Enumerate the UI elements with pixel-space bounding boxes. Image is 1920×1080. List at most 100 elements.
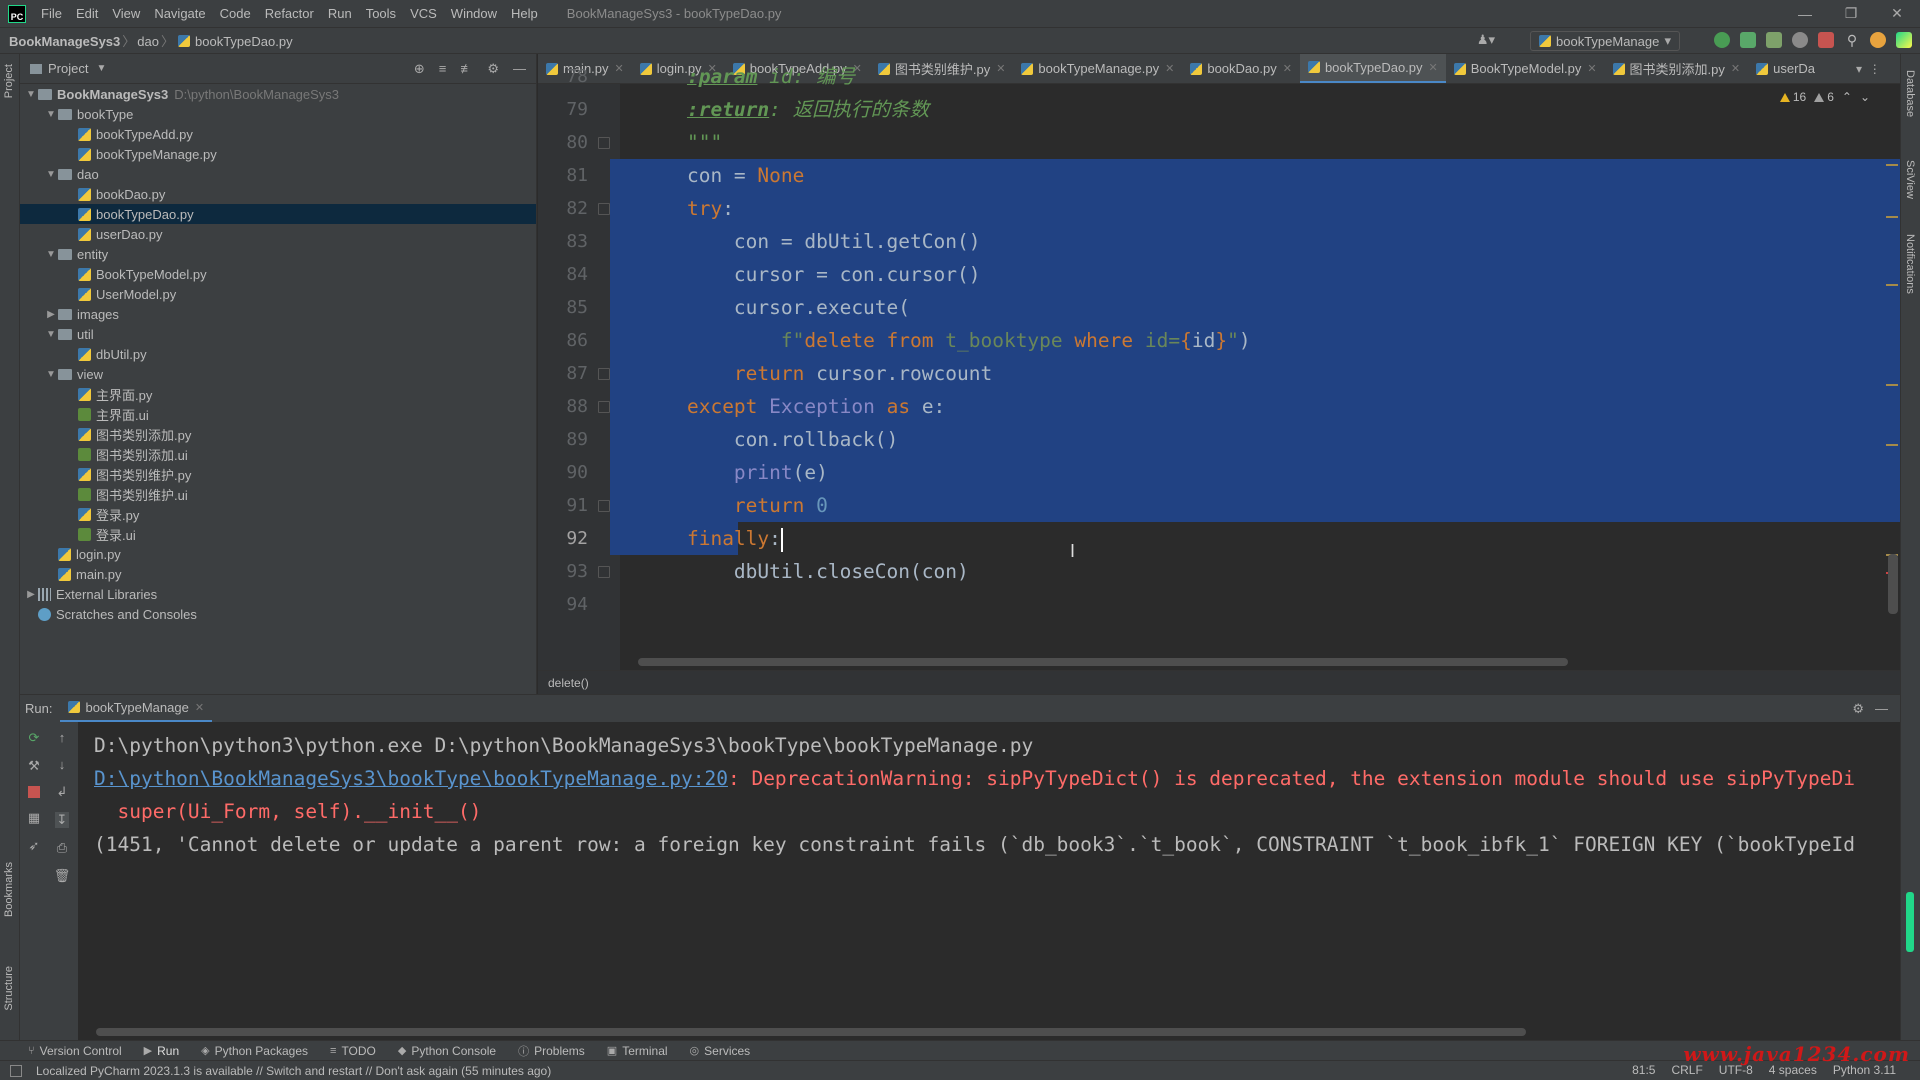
code-line[interactable]: [620, 588, 1900, 621]
breadcrumb-project[interactable]: BookManageSys3: [9, 34, 120, 49]
tool-window-button[interactable]: ≡ TODO: [330, 1044, 376, 1058]
gear-icon[interactable]: ⚙: [487, 61, 499, 77]
close-icon[interactable]: ✕: [1874, 0, 1920, 27]
horizontal-scrollbar[interactable]: [638, 658, 1568, 666]
tree-item[interactable]: 登录.ui: [20, 524, 536, 544]
profile-icon[interactable]: [1792, 32, 1808, 48]
fold-marker-icon[interactable]: [598, 566, 610, 578]
tree-item[interactable]: 图书类别维护.py: [20, 464, 536, 484]
tool-window-button[interactable]: ◆ Python Console: [398, 1044, 496, 1058]
tool-window-button[interactable]: ⓘ Problems: [518, 1043, 585, 1059]
code-line[interactable]: con.rollback(): [610, 423, 1900, 456]
menu-tools[interactable]: Tools: [366, 6, 396, 21]
code-line[interactable]: print(e): [610, 456, 1900, 489]
tree-item[interactable]: 登录.py: [20, 504, 536, 524]
console-file-link[interactable]: D:\python\BookManageSys3\bookType\bookTy…: [94, 767, 728, 790]
tree-item[interactable]: 主界面.ui: [20, 404, 536, 424]
bookmarks-tool-button[interactable]: Bookmarks: [3, 862, 15, 917]
tree-item[interactable]: ▼ dao: [20, 164, 536, 184]
coverage-icon[interactable]: [1766, 32, 1782, 48]
code-line[interactable]: return cursor.rowcount: [610, 357, 1900, 390]
rerun-icon[interactable]: [1714, 32, 1730, 48]
menu-edit[interactable]: Edit: [76, 6, 98, 21]
code-line[interactable]: cursor = con.cursor(): [610, 258, 1900, 291]
locate-icon[interactable]: ⊕: [414, 61, 425, 77]
tree-item[interactable]: BookTypeModel.py: [20, 264, 536, 284]
expand-all-icon[interactable]: ≡: [439, 61, 447, 77]
code-line[interactable]: con = dbUtil.getCon(): [610, 225, 1900, 258]
tree-item[interactable]: ▼ bookType: [20, 104, 536, 124]
jetbrains-icon[interactable]: [1896, 32, 1912, 48]
close-icon[interactable]: ✕: [195, 701, 204, 714]
menu-code[interactable]: Code: [220, 6, 251, 21]
layout-toggle-icon[interactable]: [10, 1064, 22, 1077]
stop-icon[interactable]: [1818, 32, 1834, 48]
debug-icon[interactable]: [1740, 32, 1756, 48]
status-message[interactable]: Localized PyCharm 2023.1.3 is available …: [36, 1064, 551, 1078]
tree-root[interactable]: ▼ BookManageSys3 D:\python\BookManageSys…: [20, 84, 536, 104]
menu-run[interactable]: Run: [328, 6, 352, 21]
chevron-down-icon[interactable]: ▼: [24, 89, 38, 100]
database-tool-button[interactable]: Database: [1904, 70, 1916, 117]
error-stripe-mark[interactable]: [1886, 216, 1898, 218]
code-line[interactable]: cursor.execute(: [610, 291, 1900, 324]
wrench-icon[interactable]: ⚒: [28, 758, 40, 774]
code-line[interactable]: con = None: [610, 159, 1900, 192]
breadcrumb-folder[interactable]: dao: [137, 34, 159, 49]
error-stripe-mark[interactable]: [1886, 444, 1898, 446]
tree-item[interactable]: login.py: [20, 544, 536, 564]
tree-item[interactable]: bookDao.py: [20, 184, 536, 204]
code-line[interactable]: :param id: 编号: [620, 60, 1900, 93]
print-icon[interactable]: ⎙: [57, 840, 67, 856]
rerun-icon[interactable]: ⟳: [29, 730, 40, 746]
error-stripe-mark[interactable]: [1886, 164, 1898, 166]
notifications-tool-button[interactable]: Notifications: [1904, 234, 1916, 294]
fold-marker-icon[interactable]: [598, 203, 610, 215]
chevron-down-icon[interactable]: ▼: [44, 369, 58, 380]
run-tab[interactable]: bookTypeManage ✕: [60, 695, 213, 723]
menu-window[interactable]: Window: [451, 6, 497, 21]
weak-warning-count[interactable]: 6: [1814, 90, 1834, 104]
code-line[interactable]: finally:: [610, 522, 1900, 555]
inspection-widget[interactable]: 16 6 ⌃ ⌄: [1779, 90, 1870, 104]
chevron-down-icon[interactable]: ▼: [44, 109, 58, 120]
tree-item[interactable]: 图书类别添加.ui: [20, 444, 536, 464]
code-editor[interactable]: 78 79 80 81 82 83 84 85 86 87 88 89 90 91 92 93 94 :para…: [538, 65, 1900, 670]
tree-item[interactable]: ▶ External Libraries: [20, 584, 536, 604]
update-icon[interactable]: [1870, 32, 1886, 48]
tree-item[interactable]: 图书类别添加.py: [20, 424, 536, 444]
code-area[interactable]: :param id: 编号 :return: 返回执行的条数 """ con =…: [610, 60, 1900, 621]
tool-window-button[interactable]: ◈ Python Packages: [201, 1044, 308, 1058]
tool-window-button[interactable]: ▣ Terminal: [607, 1044, 668, 1058]
gear-icon[interactable]: ⚙: [1852, 701, 1864, 717]
trash-icon[interactable]: 🗑: [54, 868, 71, 884]
scroll-to-end-icon[interactable]: ↧: [54, 812, 70, 828]
tree-item[interactable]: ▶ images: [20, 304, 536, 324]
tree-item[interactable]: bookTypeAdd.py: [20, 124, 536, 144]
minimize-icon[interactable]: —: [1782, 0, 1828, 27]
tree-item[interactable]: 主界面.py: [20, 384, 536, 404]
menu-file[interactable]: File: [41, 6, 62, 21]
code-line[interactable]: f"delete from t_booktype where id={id}"): [610, 324, 1900, 357]
tool-window-button[interactable]: ⑂ Version Control: [28, 1044, 122, 1058]
layout-icon[interactable]: ▦: [28, 810, 40, 826]
editor-breadcrumb[interactable]: delete(): [538, 670, 1900, 694]
tree-item[interactable]: bookTypeManage.py: [20, 144, 536, 164]
project-panel-title[interactable]: Project: [48, 61, 88, 76]
next-highlight-icon[interactable]: ⌄: [1860, 90, 1870, 104]
tree-item[interactable]: dbUtil.py: [20, 344, 536, 364]
stop-icon[interactable]: [28, 786, 40, 798]
structure-tool-button[interactable]: Structure: [3, 966, 15, 1011]
chevron-down-icon[interactable]: ▼: [44, 249, 58, 260]
error-stripe-mark[interactable]: [1886, 384, 1898, 386]
soft-wrap-icon[interactable]: ↲: [57, 784, 68, 800]
menu-vcs[interactable]: VCS: [410, 6, 437, 21]
chevron-down-icon[interactable]: ▼: [96, 63, 106, 74]
code-line[interactable]: :return: 返回执行的条数: [620, 93, 1900, 126]
hide-icon[interactable]: —: [513, 61, 526, 77]
code-line[interactable]: try:: [610, 192, 1900, 225]
tree-item[interactable]: userDao.py: [20, 224, 536, 244]
fold-marker-icon[interactable]: [598, 500, 610, 512]
tree-item[interactable]: 图书类别维护.ui: [20, 484, 536, 504]
chevron-right-icon[interactable]: ▶: [44, 309, 58, 320]
